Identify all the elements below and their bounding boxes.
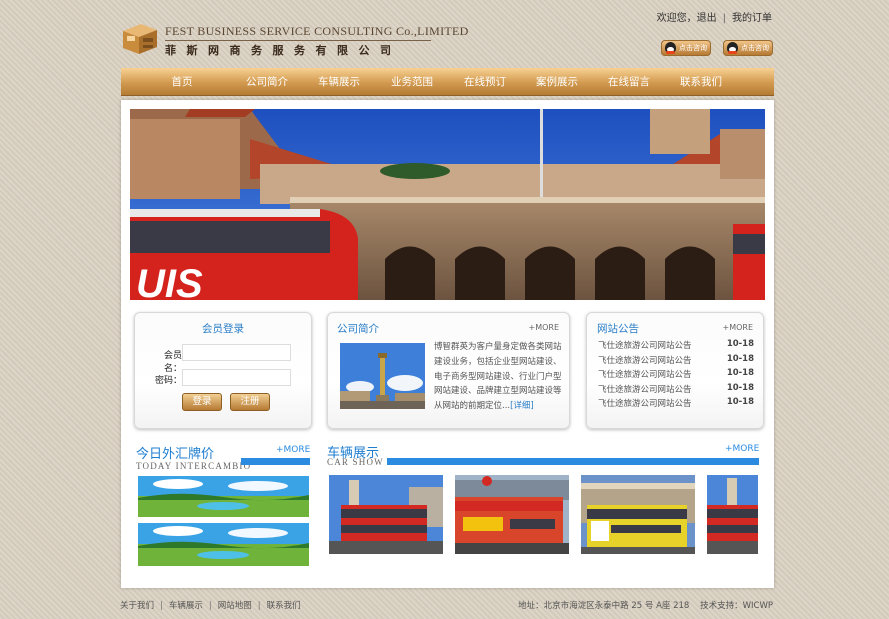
qq-penguin-icon xyxy=(727,42,738,54)
nav-item-home[interactable]: 首页 xyxy=(121,68,243,95)
company-intro-text: 博智群英为客户量身定做各类网站建设业务，包括企业型网站建设、电子商务型网站建设、… xyxy=(434,340,562,414)
vehicle-photo-2[interactable] xyxy=(455,475,569,554)
footer-links: 关于我们 | 车辆展示 | 网站地图 | 联系我们 xyxy=(120,599,301,611)
vehicle-photo-1[interactable] xyxy=(329,475,443,554)
login-button[interactable]: 登录 xyxy=(182,393,222,411)
exchange-section-title: 今日外汇牌价 xyxy=(136,447,215,462)
footer-address-info: 地址：北京市海淀区永泰中路 25 号 A座 218 技术支持：WICWP xyxy=(518,601,773,611)
footer-link-contact[interactable]: 联系我们 xyxy=(267,601,301,611)
qq-consult-label: 点击咨询 xyxy=(679,44,707,52)
notice-date: 10-18 xyxy=(726,397,754,408)
logo-chinese-text: 菲斯网商务服务有限公司 xyxy=(165,44,402,57)
notice-item[interactable]: 飞仕途旅游公司网站公告 10-18 xyxy=(598,368,754,383)
footer-separator: | xyxy=(208,601,212,611)
logo[interactable]: FEST BUSINESS SERVICE CONSULTING Co.,LIM… xyxy=(121,20,468,60)
password-label: 密码： xyxy=(154,376,182,386)
svg-text:UIS: UIS xyxy=(136,262,203,300)
site-notice-title: 网站公告 xyxy=(597,323,639,335)
login-box: 会员登录 会员名： 密码： 登录 注册 xyxy=(134,312,312,429)
notice-text: 飞仕途旅游公司网站公告 xyxy=(598,370,692,381)
login-title: 会员登录 xyxy=(202,323,244,335)
notice-date: 10-18 xyxy=(726,382,754,393)
notice-item[interactable]: 飞仕途旅游公司网站公告 10-18 xyxy=(598,397,754,412)
notice-date: 10-18 xyxy=(726,339,754,349)
footer-link-about[interactable]: 关于我们 xyxy=(120,601,154,611)
vehicle-photo-3[interactable] xyxy=(581,475,695,554)
logo-english-text: FEST BUSINESS SERVICE CONSULTING Co.,LIM… xyxy=(165,24,469,38)
red-bus-image xyxy=(707,475,758,554)
monument-photo xyxy=(340,343,425,409)
red-bus-image xyxy=(455,475,569,554)
nav-item-booking[interactable]: 在线预订 xyxy=(437,68,533,95)
qq-consult-button-1[interactable]: 点击咨询 xyxy=(661,40,711,56)
nav-item-contact[interactable]: 联系我们 xyxy=(677,68,725,95)
footer-link-vehicles[interactable]: 车辆展示 xyxy=(169,601,203,611)
notice-date: 10-18 xyxy=(726,368,754,379)
my-orders-link[interactable]: 我的订单 xyxy=(732,13,772,24)
company-intro-photo xyxy=(340,343,425,409)
qq-consult-button-2[interactable]: 点击咨询 xyxy=(723,40,773,56)
notice-item[interactable]: 飞仕途旅游公司网站公告 10-18 xyxy=(598,354,754,369)
nav-item-vehicles[interactable]: 车辆展示 xyxy=(291,68,387,95)
company-intro-box: 公司简介 +MORE 博智群英为客户量身定做各类网站建设业务，包括企业型网站建设… xyxy=(327,312,570,429)
password-input[interactable] xyxy=(182,369,291,386)
vehicles-more-link[interactable]: +MORE xyxy=(725,444,759,454)
exchange-section-bar xyxy=(241,458,310,465)
notice-text: 飞仕途旅游公司网站公告 xyxy=(598,399,692,410)
exchange-more-link[interactable]: +MORE xyxy=(276,445,310,455)
nav-item-cases[interactable]: 案例展示 xyxy=(533,68,581,95)
exchange-image-1 xyxy=(138,476,309,517)
welcome-text: 欢迎您， xyxy=(656,13,697,24)
exchange-section-subtitle: TODAY INTERCAMBIO xyxy=(136,461,252,471)
qq-penguin-icon xyxy=(665,42,676,54)
intro-detail-link[interactable]: [详细] xyxy=(510,401,534,411)
footer-link-sitemap[interactable]: 网站地图 xyxy=(218,601,252,611)
hero-banner-image: UIS xyxy=(130,109,765,300)
company-intro-title: 公司简介 xyxy=(337,323,379,335)
username-label: 会员名： xyxy=(163,351,182,374)
site-notice-box: 网站公告 +MORE 飞仕途旅游公司网站公告 10-18 飞仕途旅游公司网站公告 1… xyxy=(586,312,764,429)
notice-item[interactable]: 飞仕途旅游公司网站公告 10-18 xyxy=(598,383,754,398)
logout-link[interactable]: 退出 xyxy=(697,13,717,24)
vehicles-section-subtitle: CAR SHOW xyxy=(327,457,384,467)
register-button[interactable]: 注册 xyxy=(230,393,270,411)
company-intro-more-link[interactable]: +MORE xyxy=(528,323,559,332)
yellow-bus-image xyxy=(581,475,695,554)
notice-date: 10-18 xyxy=(726,353,754,364)
qq-consult-label: 点击咨询 xyxy=(741,44,769,52)
vehicle-photo-4[interactable] xyxy=(707,475,758,554)
intro-paragraph: 博智群英为客户量身定做各类网站建设业务，包括企业型网站建设、电子商务型网站建设、… xyxy=(434,342,562,412)
vehicles-section-bar xyxy=(387,458,759,465)
top-links-separator: | xyxy=(722,13,726,24)
nav-item-messages[interactable]: 在线留言 xyxy=(581,68,677,95)
site-notice-more-link[interactable]: +MORE xyxy=(722,323,753,332)
logo-divider xyxy=(165,40,431,41)
notice-text: 飞仕途旅游公司网站公告 xyxy=(598,341,692,351)
username-input[interactable] xyxy=(182,344,291,361)
nav-item-services[interactable]: 业务范围 xyxy=(387,68,437,95)
logo-mark-icon xyxy=(123,24,157,54)
top-links: 欢迎您，退出 | 我的订单 xyxy=(657,9,772,24)
footer-separator: | xyxy=(160,601,163,611)
nav-item-company-intro[interactable]: 公司简介 xyxy=(243,68,291,95)
main-nav: 首页 公司简介 车辆展示 业务范围 在线预订 案例展示 在线留言 联系我们 xyxy=(121,68,774,96)
landscape-image xyxy=(138,523,309,566)
notice-text: 飞仕途旅游公司网站公告 xyxy=(598,384,692,395)
notice-list: 飞仕途旅游公司网站公告 10-18 飞仕途旅游公司网站公告 10-18 飞仕途旅游公… xyxy=(598,339,754,412)
hero-banner: UIS xyxy=(130,109,765,300)
landscape-image xyxy=(138,476,309,517)
notice-text: 飞仕途旅游公司网站公告 xyxy=(598,355,692,366)
exchange-image-2 xyxy=(138,523,309,566)
main-content-panel: UIS 会员登录 会员名： 密码： 登录 注册 公司简介 +MORE 博智群英为… xyxy=(121,100,774,588)
footer-separator: | xyxy=(257,601,261,611)
red-bus-image xyxy=(329,475,443,554)
notice-item[interactable]: 飞仕途旅游公司网站公告 10-18 xyxy=(598,339,754,354)
